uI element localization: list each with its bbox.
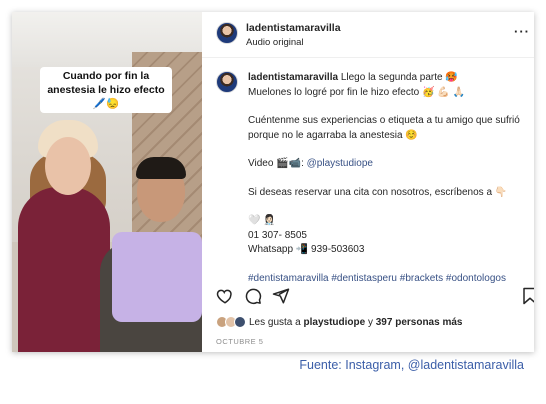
- post-caption-area: ladentistamaravilla Llego la segunda par…: [202, 59, 534, 287]
- caption-username[interactable]: ladentistamaravilla: [248, 72, 338, 83]
- likes-middle: y: [367, 316, 373, 328]
- caption-line-2: Muelones lo logré por fin le hizo efecto…: [248, 86, 465, 98]
- action-bar: [202, 287, 534, 311]
- booking-text: Si deseas reservar una cita con nosotros…: [248, 186, 508, 198]
- likes-user[interactable]: playstudiope: [304, 317, 366, 328]
- header-username[interactable]: ladentistamaravilla: [246, 22, 341, 34]
- heart-icon[interactable]: [216, 287, 234, 305]
- hashtags[interactable]: #dentistamaravilla #dentistasperu #brack…: [248, 272, 528, 288]
- instagram-post-card: Cuando por fin la anestesia le hizo efec…: [12, 12, 534, 352]
- liker-avatars: [216, 316, 246, 328]
- caption-line-1: Llego la segunda parte 🥵: [340, 72, 458, 83]
- video-caption: Cuando por fin la anestesia le hizo efec…: [40, 67, 172, 113]
- likes-summary[interactable]: Les gusta a playstudiope y 397 personas …: [216, 316, 462, 328]
- likes-count[interactable]: 397 personas más: [376, 317, 463, 328]
- contact-emojis: 🤍 👩🏻‍⚕️: [248, 215, 276, 226]
- post-video-frame[interactable]: Cuando por fin la anestesia le hizo efec…: [12, 12, 202, 352]
- dentist-face: [45, 137, 91, 195]
- video-credit-prefix: Video 🎬📹:: [248, 158, 304, 169]
- share-icon[interactable]: [272, 287, 290, 305]
- whatsapp-number: Whatsapp 📲 939-503603: [248, 244, 365, 255]
- patient-bib: [112, 232, 202, 322]
- likes-prefix: Les gusta a: [249, 316, 301, 328]
- post-side-panel: ladentistamaravilla Audio original ··· l…: [202, 12, 534, 352]
- phone-number: 01 307- 8505: [248, 229, 307, 241]
- dentist-figure: [18, 187, 110, 352]
- liker-avatar: [234, 316, 246, 328]
- caption-avatar[interactable]: [216, 71, 238, 93]
- source-credit: Fuente: Instagram, @ladentistamaravilla: [299, 358, 524, 372]
- post-header: ladentistamaravilla Audio original ···: [202, 12, 534, 58]
- bookmark-icon[interactable]: [522, 287, 534, 305]
- patient-hair: [136, 157, 186, 179]
- more-horizontal-icon[interactable]: ···: [514, 24, 530, 39]
- video-credit-link[interactable]: @playstudiope: [307, 158, 373, 169]
- post-caption: ladentistamaravilla Llego la segunda par…: [248, 71, 528, 287]
- comment-icon[interactable]: [244, 287, 262, 305]
- avatar[interactable]: [216, 22, 238, 44]
- caption-paragraph-2: Cuéntenme sus experiencias o etiqueta a …: [248, 115, 520, 141]
- post-date: OCTUBRE 5: [216, 337, 264, 346]
- audio-label[interactable]: Audio original: [246, 37, 304, 48]
